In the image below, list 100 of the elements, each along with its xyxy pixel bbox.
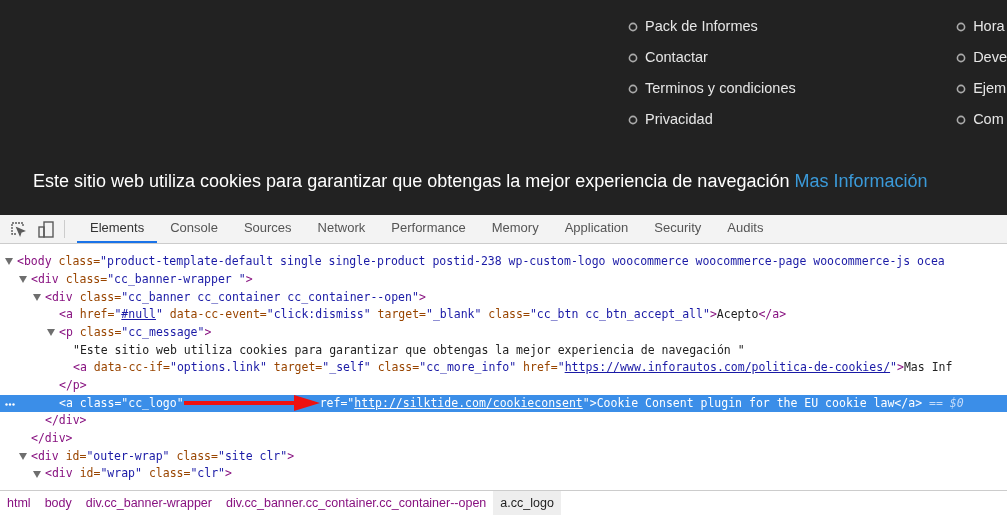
- expand-triangle-icon[interactable]: [33, 293, 41, 301]
- code-token: "site clr": [217, 447, 288, 465]
- dom-node-row[interactable]: </div>: [0, 412, 1007, 430]
- code-token: class=: [78, 288, 122, 306]
- dom-node-row[interactable]: "Este sitio web utiliza cookies para garantizar que obtengas la mejor experiencia de navegación ": [0, 341, 1007, 360]
- expand-triangle-icon[interactable]: [33, 470, 41, 478]
- code-token: class=: [78, 394, 122, 412]
- devtools-tab[interactable]: Network: [304, 215, 379, 243]
- devtools-tab[interactable]: Elements: [77, 215, 158, 243]
- code-token: data-cc-if=: [92, 359, 170, 377]
- footer-menu-link[interactable]: Terminos y condiciones: [645, 77, 796, 100]
- code-token: "_self": [322, 359, 371, 377]
- code-token: "cc_btn cc_btn_accept_all": [529, 306, 710, 324]
- breadcrumb-item[interactable]: div.cc_banner-wrapper: [78, 491, 219, 515]
- circle-bullet-icon: [628, 52, 638, 63]
- code-token: class=: [57, 253, 101, 271]
- dom-node-row[interactable]: <p class="cc_message">: [0, 323, 1007, 342]
- code-token: </div>: [45, 412, 87, 430]
- code-token: >: [709, 306, 717, 324]
- devtools-tab[interactable]: Sources: [230, 215, 305, 243]
- inspect-cursor-icon[interactable]: [10, 221, 26, 237]
- url-link[interactable]: #null: [121, 306, 156, 324]
- code-token: "clr": [190, 465, 226, 483]
- dom-node-row[interactable]: <div id="outer-wrap" class="site clr">: [0, 447, 1007, 466]
- circle-bullet-icon: [956, 52, 967, 63]
- expand-triangle-icon[interactable]: [5, 258, 13, 266]
- device-toggle-icon[interactable]: [38, 220, 54, 238]
- circle-bullet-icon: [956, 114, 967, 125]
- footer-menu-link[interactable]: Deve: [973, 46, 1007, 69]
- code-token: >: [204, 323, 212, 341]
- code-token: Acepto: [716, 306, 759, 324]
- footer-menu-link[interactable]: Com: [973, 108, 1004, 131]
- code-token: Cookie Consent plugin for the EU cookie law: [596, 394, 895, 412]
- code-token: "wrap": [100, 465, 142, 483]
- code-token: target=: [376, 306, 426, 324]
- code-token: >: [418, 288, 426, 306]
- code-token: >: [245, 270, 253, 288]
- code-token: >: [287, 447, 295, 465]
- expand-triangle-icon[interactable]: [47, 329, 55, 337]
- code-token: ": [155, 306, 163, 324]
- code-token: ": [890, 359, 897, 377]
- code-token: target=: [272, 359, 323, 377]
- devtools-tab[interactable]: Security: [641, 215, 715, 243]
- circle-bullet-icon: [956, 83, 967, 94]
- code-token: <a: [59, 394, 73, 412]
- code-token: "click:dismiss": [266, 306, 371, 324]
- code-token: class=: [78, 323, 122, 341]
- code-token: class=: [487, 306, 530, 324]
- dom-node-row[interactable]: <div class="cc_banner cc_container cc_container--open">: [0, 288, 1007, 307]
- code-token: ": [347, 394, 355, 412]
- devtools-tab[interactable]: Performance: [378, 215, 479, 243]
- code-token: <div: [31, 447, 59, 465]
- dom-node-row[interactable]: </p>: [0, 376, 1007, 395]
- breadcrumb-item[interactable]: body: [37, 491, 79, 515]
- footer-menu-link[interactable]: Hora: [973, 15, 1005, 38]
- code-token: "product-template-default single single-product postid-238 wp-custom-logo woocommerce woocommerce-page woocommerce-js ocea: [100, 253, 945, 271]
- code-token: "cc_banner cc_container cc_container--open": [121, 288, 419, 306]
- devtools-tab[interactable]: Application: [551, 215, 642, 243]
- dom-node-row[interactable]: <a href="#null" data-cc-event="click:dismiss" target="_blank" class="cc_btn cc_btn_accept_all">Acepto</a>: [0, 306, 1007, 324]
- breadcrumb-item[interactable]: div.cc_banner.cc_container.cc_container--open: [218, 491, 494, 515]
- code-token: <a: [73, 359, 87, 377]
- code-token: </p>: [59, 377, 87, 395]
- breadcrumb-item[interactable]: html: [0, 491, 38, 515]
- code-token: </div>: [31, 430, 73, 448]
- devtools-tab[interactable]: Console: [157, 215, 231, 243]
- code-token: "options.link": [169, 359, 267, 377]
- code-token: id=: [78, 465, 101, 483]
- code-token: "_blank": [426, 306, 482, 324]
- code-token: >: [897, 359, 904, 377]
- code-token: </a>: [758, 306, 787, 324]
- ellipsis-icon[interactable]: [5, 402, 15, 406]
- breadcrumb-item[interactable]: a.cc_logo: [493, 491, 561, 515]
- expand-triangle-icon[interactable]: [19, 276, 27, 284]
- footer-menu-link[interactable]: Privacidad: [645, 108, 713, 131]
- expand-triangle-icon[interactable]: [19, 452, 27, 460]
- code-token: <body: [17, 253, 52, 271]
- footer-menu-link[interactable]: Ejem: [973, 77, 1007, 100]
- url-link[interactable]: https://www.inforautos.com/politica-de-cookies/: [564, 359, 891, 377]
- dom-node-row[interactable]: <body class="product-template-default single single-product postid-238 wp-custom-logo woocommerce woocommerce-page woocommerce-js ocea: [0, 253, 1007, 271]
- code-token: Mas Inf: [903, 359, 953, 377]
- code-token: class=: [147, 465, 191, 483]
- devtools-tab[interactable]: Audits: [714, 215, 777, 243]
- code-token: href=: [78, 306, 115, 324]
- code-token: <div: [45, 288, 73, 306]
- code-token: ref=: [319, 394, 348, 412]
- code-token: "cc_message": [121, 323, 205, 341]
- code-token: >: [589, 394, 597, 412]
- circle-bullet-icon: [628, 114, 638, 125]
- code-token: class=: [175, 447, 218, 465]
- code-token: href=: [522, 359, 558, 377]
- devtools-tab[interactable]: Memory: [478, 215, 552, 243]
- dom-node-row[interactable]: <a data-cc-if="options.link" target="_self" class="cc_more_info" href="https://www.inforautos.com/politica-de-cookies/">Mas Inf: [0, 359, 1007, 377]
- footer-menu-link[interactable]: Pack de Informes: [645, 15, 758, 38]
- dom-node-row[interactable]: <div id="wrap" class="clr">: [0, 465, 1007, 483]
- more-info-link[interactable]: Mas Información: [794, 171, 928, 191]
- code-token: "cc_logo": [121, 394, 184, 412]
- dom-node-row[interactable]: <div class="cc_banner-wrapper ">: [0, 270, 1007, 289]
- footer-menu-link[interactable]: Contactar: [645, 46, 708, 69]
- code-token: <p: [59, 323, 73, 341]
- dom-node-row[interactable]: </div>: [0, 429, 1007, 448]
